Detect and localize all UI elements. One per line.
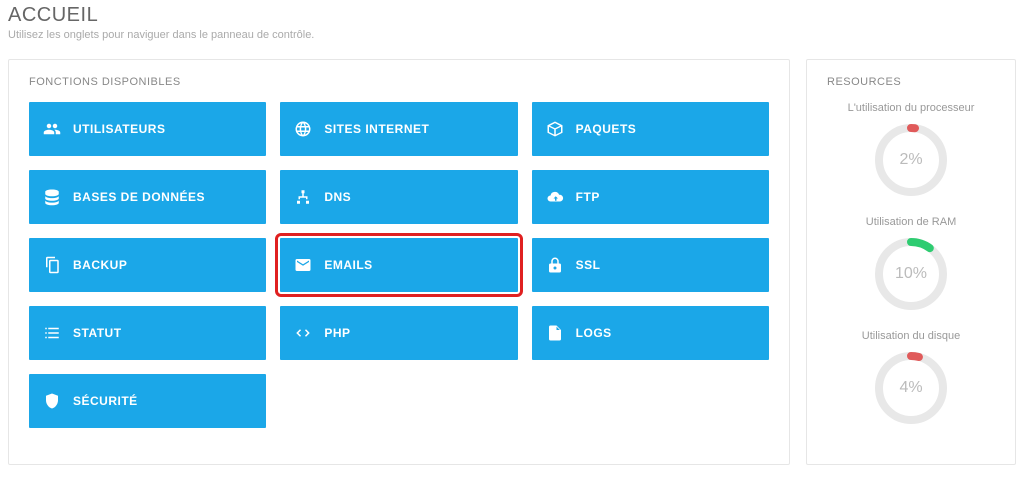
tile-label: FTP: [576, 190, 600, 204]
file-icon: [546, 324, 564, 342]
tile-label: UTILISATEURS: [73, 122, 165, 136]
cloud-icon: [546, 188, 564, 206]
tile-label: SSL: [576, 258, 601, 272]
gauge: 4%: [871, 348, 951, 428]
gauge-value: 2%: [871, 120, 951, 200]
tile-label: STATUT: [73, 326, 122, 340]
tile-packages[interactable]: PAQUETS: [532, 102, 769, 156]
shield-icon: [43, 392, 61, 410]
tile-dns[interactable]: DNS: [280, 170, 517, 224]
sitemap-icon: [294, 188, 312, 206]
resource-item: Utilisation de RAM 10%: [827, 216, 995, 314]
resource-item: Utilisation du disque 4%: [827, 330, 995, 428]
envelope-icon: [294, 256, 312, 274]
globe-icon: [294, 120, 312, 138]
tile-php[interactable]: PHP: [280, 306, 517, 360]
resources-panel-title: RESOURCES: [827, 76, 995, 88]
tile-ftp[interactable]: FTP: [532, 170, 769, 224]
users-icon: [43, 120, 61, 138]
tile-label: SITES INTERNET: [324, 122, 429, 136]
tile-label: DNS: [324, 190, 351, 204]
tile-logs[interactable]: LOGS: [532, 306, 769, 360]
tile-label: EMAILS: [324, 258, 372, 272]
gauge-value: 10%: [871, 234, 951, 314]
page-title: ACCUEIL: [8, 4, 1016, 27]
copy-icon: [43, 256, 61, 274]
database-icon: [43, 188, 61, 206]
list-icon: [43, 324, 61, 342]
tile-label: BASES DE DONNÉES: [73, 190, 205, 204]
tile-label: BACKUP: [73, 258, 127, 272]
resource-label: L'utilisation du processeur: [827, 102, 995, 114]
resources-list: L'utilisation du processeur 2% Utilisation…: [827, 102, 995, 428]
tile-ssl[interactable]: SSL: [532, 238, 769, 292]
functions-panel-title: FONCTIONS DISPONIBLES: [29, 76, 769, 88]
tile-label: SÉCURITÉ: [73, 394, 138, 408]
gauge: 10%: [871, 234, 951, 314]
resource-item: L'utilisation du processeur 2%: [827, 102, 995, 200]
resources-panel: RESOURCES L'utilisation du processeur 2% U…: [806, 59, 1016, 465]
resource-label: Utilisation de RAM: [827, 216, 995, 228]
tile-backup[interactable]: BACKUP: [29, 238, 266, 292]
tile-label: PHP: [324, 326, 350, 340]
tile-status[interactable]: STATUT: [29, 306, 266, 360]
tile-sites[interactable]: SITES INTERNET: [280, 102, 517, 156]
code-icon: [294, 324, 312, 342]
gauge: 2%: [871, 120, 951, 200]
gauge-value: 4%: [871, 348, 951, 428]
package-icon: [546, 120, 564, 138]
tile-db[interactable]: BASES DE DONNÉES: [29, 170, 266, 224]
tile-label: PAQUETS: [576, 122, 637, 136]
tile-security[interactable]: SÉCURITÉ: [29, 374, 266, 428]
functions-panel: FONCTIONS DISPONIBLES UTILISATEURS SITES …: [8, 59, 790, 465]
lock-icon: [546, 256, 564, 274]
tile-users[interactable]: UTILISATEURS: [29, 102, 266, 156]
resource-label: Utilisation du disque: [827, 330, 995, 342]
tiles-grid: UTILISATEURS SITES INTERNET PAQUETS BASES D…: [29, 102, 769, 428]
page-subtitle: Utilisez les onglets pour naviguer dans …: [8, 29, 1016, 41]
tile-label: LOGS: [576, 326, 612, 340]
tile-emails[interactable]: EMAILS: [280, 238, 517, 292]
